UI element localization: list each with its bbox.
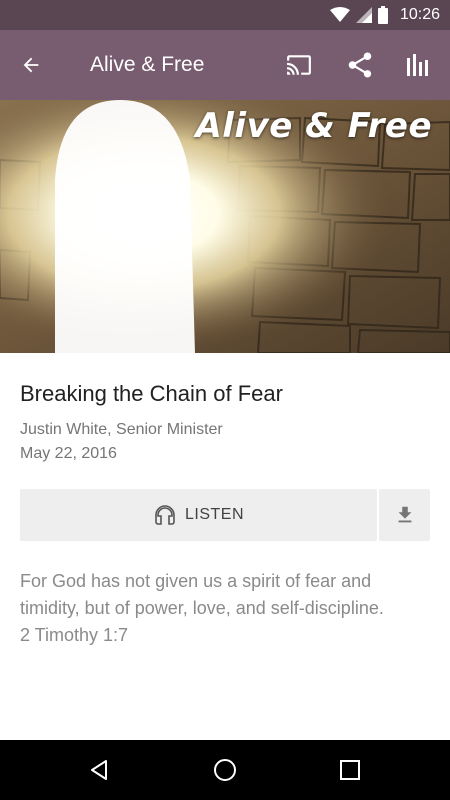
sermon-title: Breaking the Chain of Fear: [20, 381, 283, 406]
arrow-back-icon: [23, 57, 39, 73]
share-button[interactable]: [343, 48, 377, 82]
headphones-icon: [155, 505, 175, 525]
sermon-series-image: Alive & Free: [0, 100, 450, 353]
sermon-description: For God has not given us a spirit of fea…: [20, 568, 430, 649]
download-icon: [398, 506, 411, 523]
nav-recents-button[interactable]: [333, 753, 367, 787]
nav-home-button[interactable]: [208, 753, 242, 787]
triangle-back-icon: [91, 760, 107, 780]
description-line: For God has not given us a spirit of fea…: [20, 571, 372, 591]
listen-label: LISTEN: [184, 506, 244, 523]
scripture-reference: 2 Timothy 1:7: [20, 625, 129, 645]
navigation-bar: [0, 740, 450, 800]
description-line: timidity, but of power, love, and self-d…: [20, 598, 384, 618]
cast-icon: [287, 55, 311, 75]
status-time: 10:26: [399, 6, 440, 23]
nav-back-button[interactable]: [82, 753, 116, 787]
signal-icon: [356, 7, 372, 23]
square-recents-icon: [340, 760, 360, 780]
app-title: Alive & Free: [90, 53, 205, 76]
sermon-date: May 22, 2016: [20, 445, 117, 462]
share-icon: [348, 52, 372, 78]
cast-button[interactable]: [282, 48, 316, 82]
status-bar: 10:26: [0, 0, 450, 30]
listen-button[interactable]: LISTEN: [20, 489, 377, 541]
app-bar: Alive & Free: [0, 30, 450, 100]
sermon-speaker: Justin White, Senior Minister: [20, 421, 223, 438]
download-button[interactable]: [379, 489, 430, 541]
hero-overlay-title: Alive & Free: [195, 106, 432, 146]
wifi-icon: [330, 7, 350, 22]
equalizer-icon: [407, 54, 428, 76]
status-icons: [330, 6, 388, 24]
circle-home-icon: [214, 759, 236, 781]
back-button[interactable]: [14, 48, 48, 82]
battery-icon: [378, 6, 388, 24]
equalizer-button[interactable]: [402, 48, 436, 82]
